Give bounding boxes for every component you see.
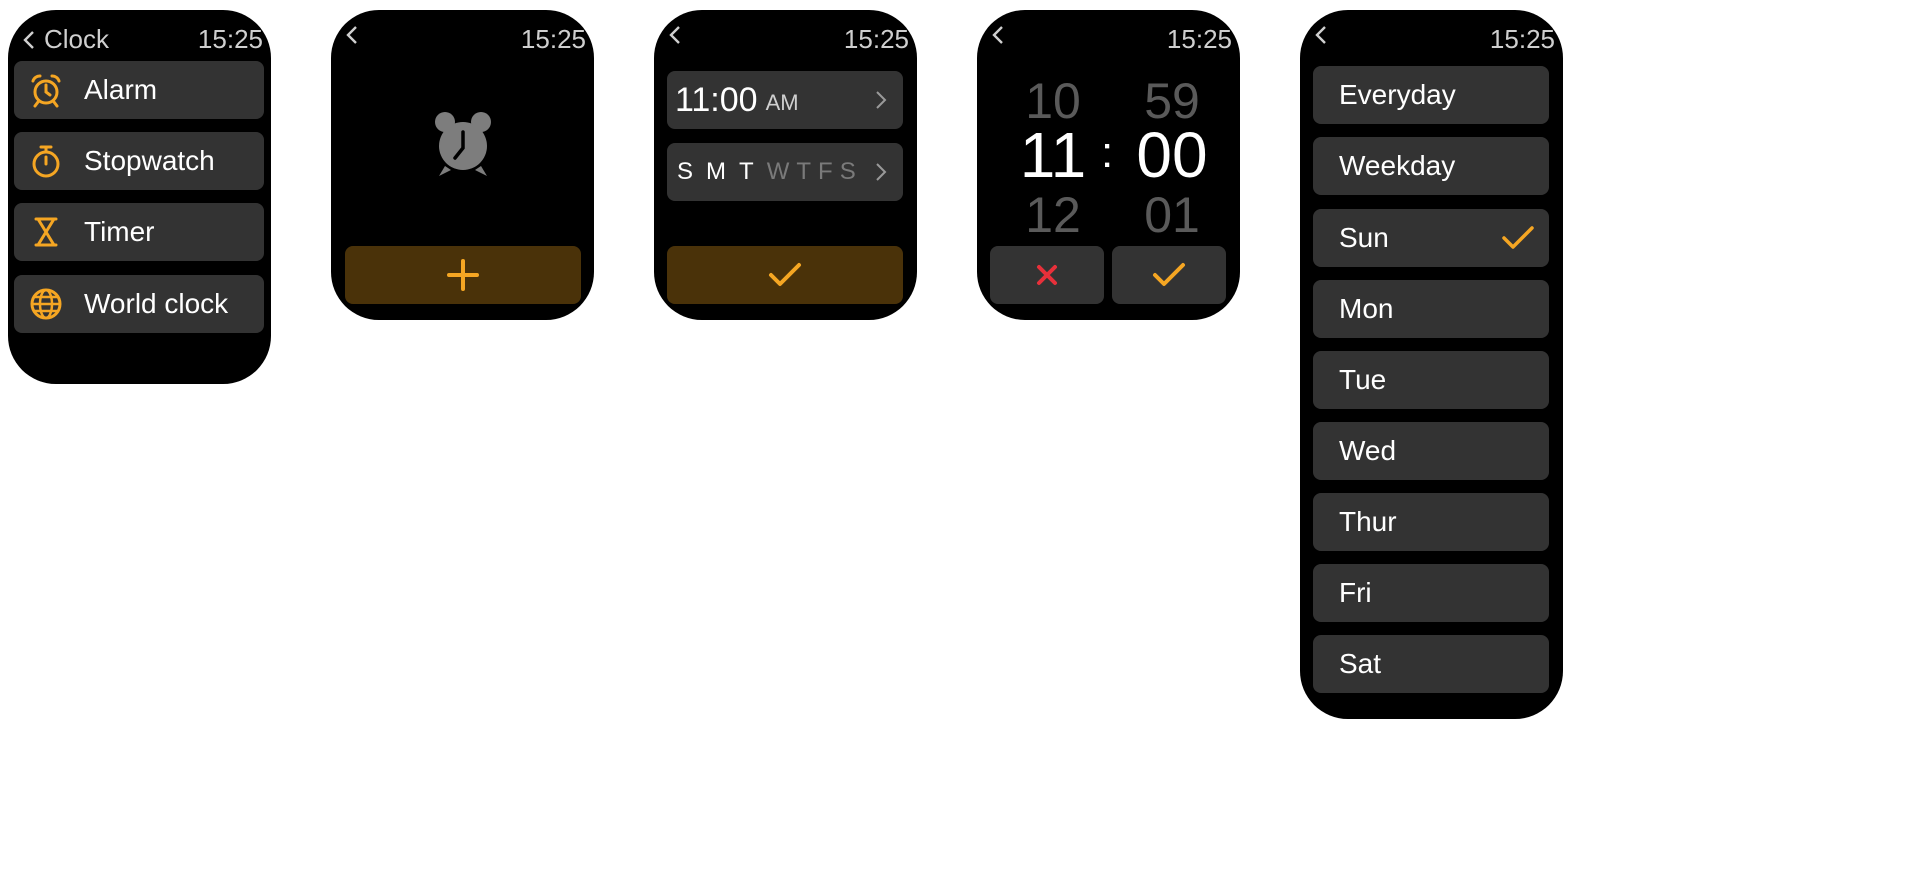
time-separator: : (1101, 128, 1114, 177)
option-label: Everyday (1339, 79, 1456, 110)
alarm-icon (28, 72, 64, 108)
day-letter: T (739, 158, 755, 185)
menu-item-stopwatch[interactable]: Stopwatch (14, 132, 264, 190)
chevron-left-icon (1315, 26, 1326, 44)
hour-current: 11 (1019, 119, 1087, 191)
chevron-right-icon (876, 163, 887, 181)
status-time: 15:25 (197, 24, 263, 54)
option-label: Wed (1339, 435, 1397, 466)
repeat-days-row[interactable]: SMTWTFS (667, 143, 903, 201)
option-label: Mon (1339, 293, 1394, 324)
day-letter: F (818, 158, 834, 185)
cancel-button[interactable] (990, 246, 1104, 304)
option-label: Sun (1339, 222, 1389, 253)
confirm-button[interactable] (1112, 246, 1226, 304)
status-time: 15:25 (1489, 24, 1555, 54)
repeat-option-everyday[interactable]: Everyday (1313, 66, 1549, 124)
repeat-option-sun[interactable]: Sun (1313, 209, 1549, 267)
repeat-option-tue[interactable]: Tue (1313, 351, 1549, 409)
repeat-option-weekday[interactable]: Weekday (1313, 137, 1549, 195)
day-letter: W (766, 158, 791, 185)
option-label: Weekday (1339, 150, 1456, 181)
chevron-left-icon (992, 26, 1003, 44)
repeat-days: SMTWTFS (677, 158, 869, 186)
plus-icon (447, 259, 479, 291)
menu-item-label: Alarm (84, 74, 158, 105)
day-letter: T (796, 158, 813, 185)
check-icon (769, 263, 801, 286)
globe-icon (28, 286, 64, 322)
chevron-left-icon (346, 26, 357, 44)
chevron-left-icon (23, 30, 34, 49)
check-icon (1153, 263, 1185, 286)
add-alarm-button[interactable] (345, 246, 581, 304)
menu-item-label: Timer (84, 216, 155, 247)
watch-screen-repeat-days: 15:25 Everyday Weekday Sun Mon Tue Wed T… (1300, 10, 1563, 719)
watch-screen-time-picker: 15:25 10 11 12 : 59 00 01 (977, 10, 1240, 320)
alarm-ampm: AM (765, 90, 799, 115)
watch-screen-alarm-edit: 15:25 11:00 AM SMTWTFS (654, 10, 917, 320)
status-time: 15:25 (520, 24, 586, 54)
menu-item-label: World clock (84, 288, 229, 319)
save-alarm-button[interactable] (667, 246, 903, 304)
repeat-option-mon[interactable]: Mon (1313, 280, 1549, 338)
back-button[interactable]: Clock (22, 24, 109, 55)
minute-current: 00 (1136, 119, 1208, 191)
status-time: 15:25 (1166, 24, 1232, 54)
menu-item-timer[interactable]: Timer (14, 203, 264, 261)
back-button[interactable] (345, 24, 359, 46)
chevron-right-icon (876, 91, 887, 109)
check-icon (1502, 226, 1534, 249)
stopwatch-icon (28, 143, 64, 179)
repeat-option-sat[interactable]: Sat (1313, 635, 1549, 693)
alarm-time-row[interactable]: 11:00 AM (667, 71, 903, 129)
hourglass-icon (28, 214, 64, 250)
alarm-time-value: 11:00 (675, 80, 758, 119)
back-button[interactable] (1314, 24, 1328, 46)
day-letter: S (839, 158, 857, 185)
watch-screen-clock-menu: Clock 15:25 Alarm Stopwatch Timer World … (8, 10, 271, 384)
minute-next: 01 (1144, 187, 1200, 243)
status-time: 15:25 (843, 24, 909, 54)
repeat-option-wed[interactable]: Wed (1313, 422, 1549, 480)
back-button[interactable] (668, 24, 682, 46)
close-icon (1037, 265, 1057, 285)
alarm-clock-icon (431, 110, 495, 180)
option-label: Thur (1339, 506, 1397, 537)
back-button[interactable] (991, 24, 1005, 46)
hour-next: 12 (1025, 187, 1081, 243)
menu-item-label: Stopwatch (84, 145, 215, 176)
chevron-left-icon (669, 26, 680, 44)
repeat-option-fri[interactable]: Fri (1313, 564, 1549, 622)
watch-screen-alarm-empty: 15:25 (331, 10, 594, 320)
repeat-option-thur[interactable]: Thur (1313, 493, 1549, 551)
option-label: Sat (1339, 648, 1382, 679)
option-label: Fri (1339, 577, 1372, 608)
day-letter: M (706, 158, 728, 185)
menu-item-world-clock[interactable]: World clock (14, 275, 264, 333)
option-label: Tue (1339, 364, 1387, 395)
day-letter: S (677, 158, 695, 185)
page-title: Clock (44, 24, 110, 54)
menu-item-alarm[interactable]: Alarm (14, 61, 264, 119)
